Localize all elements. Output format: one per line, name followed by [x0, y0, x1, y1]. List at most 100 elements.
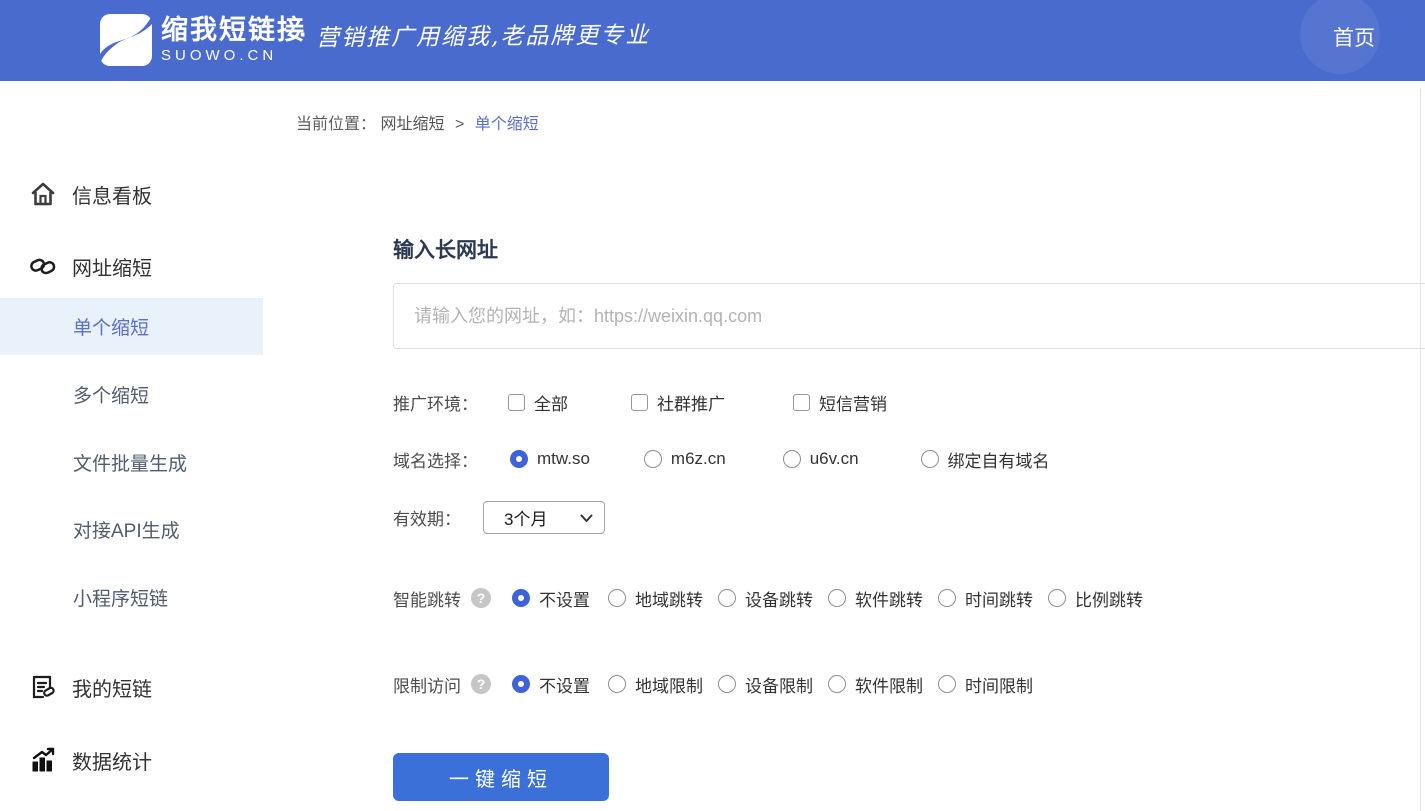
form-title: 输入长网址: [393, 234, 498, 264]
sidebar-subitem-label: 小程序短链: [73, 584, 168, 611]
radio-icon[interactable]: [718, 675, 736, 693]
radio-icon[interactable]: [828, 589, 846, 607]
app-header: 缩我短链接 SUOWO.CN · 营销推广用缩我,老品牌更专业 首页: [0, 0, 1425, 81]
radio-option-ratio-jump[interactable]: 比例跳转: [1048, 586, 1143, 611]
radio-icon-selected[interactable]: [512, 675, 530, 693]
radio-option-software-restrict[interactable]: 软件限制: [828, 672, 923, 697]
page: 缩我短链接 SUOWO.CN · 营销推广用缩我,老品牌更专业 首页 当前位置：…: [0, 0, 1425, 811]
smart-jump-label: 智能跳转: [393, 586, 461, 611]
sidebar-item-dashboard[interactable]: 信息看板: [0, 172, 263, 216]
radio-label: 时间限制: [965, 672, 1033, 697]
radio-label: mtw.so: [537, 449, 590, 469]
radio-icon-selected[interactable]: [512, 589, 530, 607]
breadcrumb-parent-link[interactable]: 网址缩短: [380, 116, 444, 133]
radio-option-device-restrict[interactable]: 设备限制: [718, 672, 813, 697]
radio-icon[interactable]: [718, 589, 736, 607]
radio-icon[interactable]: [608, 589, 626, 607]
radio-icon[interactable]: [938, 675, 956, 693]
checkbox-icon[interactable]: [793, 394, 810, 411]
checkbox-option-all[interactable]: 全部: [508, 390, 568, 415]
radio-icon[interactable]: [1048, 589, 1066, 607]
checkbox-icon[interactable]: [508, 394, 525, 411]
help-question-icon[interactable]: ?: [471, 588, 491, 608]
radio-label: 设备跳转: [745, 586, 813, 611]
tagline-dot: ·: [299, 8, 308, 60]
help-question-icon[interactable]: ?: [471, 674, 491, 694]
domain-row-label: 域名选择：: [393, 447, 478, 472]
checkbox-label: 全部: [534, 390, 568, 415]
radio-label: 设备限制: [745, 672, 813, 697]
sidebar-item-single-shorten[interactable]: 单个缩短: [0, 298, 263, 355]
brand-logo[interactable]: 缩我短链接 SUOWO.CN: [100, 14, 306, 66]
breadcrumb-separator: >: [455, 116, 464, 133]
validity-row-label: 有效期：: [393, 505, 461, 530]
radio-icon[interactable]: [938, 589, 956, 607]
document-edit-icon: [28, 672, 58, 702]
radio-label: 地域限制: [635, 672, 703, 697]
radio-label: 软件跳转: [855, 586, 923, 611]
radio-option-u6v[interactable]: u6v.cn: [783, 449, 859, 469]
link-icon: [28, 251, 58, 281]
radio-icon[interactable]: [921, 450, 939, 468]
bar-chart-icon: [28, 745, 58, 775]
radio-option-no-restrict[interactable]: 不设置: [512, 672, 590, 697]
radio-option-no-setting[interactable]: 不设置: [512, 586, 590, 611]
radio-label: 时间跳转: [965, 586, 1033, 611]
radio-label: 比例跳转: [1075, 586, 1143, 611]
radio-option-time-restrict[interactable]: 时间限制: [938, 672, 1033, 697]
radio-label: 地域跳转: [635, 586, 703, 611]
radio-option-geo-jump[interactable]: 地域跳转: [608, 586, 703, 611]
suowo-logo-icon: [100, 14, 152, 66]
radio-label: 软件限制: [855, 672, 923, 697]
sidebar-item-multi-shorten[interactable]: 多个缩短: [0, 366, 263, 423]
radio-option-device-jump[interactable]: 设备跳转: [718, 586, 813, 611]
radio-option-m6z[interactable]: m6z.cn: [644, 449, 726, 469]
radio-label: m6z.cn: [671, 449, 726, 469]
sidebar-item-label: 我的短链: [72, 673, 152, 702]
checkbox-option-sms[interactable]: 短信营销: [793, 390, 887, 415]
promo-row-label: 推广环境：: [393, 390, 478, 415]
sidebar-item-label: 数据统计: [72, 746, 152, 775]
checkbox-icon[interactable]: [631, 394, 648, 411]
sidebar-nav: 信息看板 网址缩短 单个缩短 多个缩短 文件批量生成 对接API生成 小程序短链: [0, 130, 263, 811]
radio-label: 不设置: [539, 586, 590, 611]
checkbox-label: 社群推广: [657, 390, 725, 415]
breadcrumb-prefix: 当前位置：: [296, 116, 376, 133]
checkbox-label: 短信营销: [819, 390, 887, 415]
breadcrumb: 当前位置： 网址缩短 > 单个缩短: [296, 110, 539, 134]
long-url-input[interactable]: [393, 283, 1425, 349]
restrict-label: 限制访问: [393, 672, 461, 697]
sidebar-item-label: 信息看板: [72, 180, 152, 209]
smart-jump-row: 智能跳转 ? 不设置 地域跳转 设备跳转 软件跳转 时间跳转 比例跳转: [393, 586, 1143, 610]
sidebar-item-url-shorten[interactable]: 网址缩短: [0, 244, 263, 288]
validity-select[interactable]: 3个月: [483, 501, 605, 534]
radio-option-geo-restrict[interactable]: 地域限制: [608, 672, 703, 697]
sidebar-item-file-batch[interactable]: 文件批量生成: [0, 434, 263, 491]
radio-icon-selected[interactable]: [510, 450, 528, 468]
radio-option-software-jump[interactable]: 软件跳转: [828, 586, 923, 611]
validity-row: 有效期： 3个月: [393, 501, 605, 534]
sidebar-subitem-label: 文件批量生成: [73, 449, 187, 476]
breadcrumb-current-link[interactable]: 单个缩短: [475, 116, 539, 133]
nav-home-link[interactable]: 首页: [1333, 22, 1375, 52]
radio-icon[interactable]: [608, 675, 626, 693]
radio-icon[interactable]: [828, 675, 846, 693]
sidebar-item-my-links[interactable]: 我的短链: [0, 665, 263, 709]
chevron-down-icon: [580, 514, 593, 523]
sidebar-item-label: 网址缩短: [72, 252, 152, 281]
restrict-access-row: 限制访问 ? 不设置 地域限制 设备限制 软件限制 时间限制: [393, 672, 1033, 696]
right-edge-divider: [1420, 88, 1421, 811]
radio-option-time-jump[interactable]: 时间跳转: [938, 586, 1033, 611]
shorten-submit-button[interactable]: 一键缩短: [393, 753, 609, 801]
radio-option-mtw[interactable]: mtw.so: [510, 449, 590, 469]
radio-label: 不设置: [539, 672, 590, 697]
radio-option-custom-domain[interactable]: 绑定自有域名: [921, 447, 1050, 472]
sidebar-item-statistics[interactable]: 数据统计: [0, 738, 263, 782]
checkbox-option-community[interactable]: 社群推广: [631, 390, 725, 415]
validity-selected-value: 3个月: [504, 505, 547, 530]
radio-label: 绑定自有域名: [948, 447, 1050, 472]
sidebar-item-api-generate[interactable]: 对接API生成: [0, 501, 263, 558]
radio-icon[interactable]: [783, 450, 801, 468]
radio-icon[interactable]: [644, 450, 662, 468]
sidebar-item-miniprogram-link[interactable]: 小程序短链: [0, 569, 263, 626]
